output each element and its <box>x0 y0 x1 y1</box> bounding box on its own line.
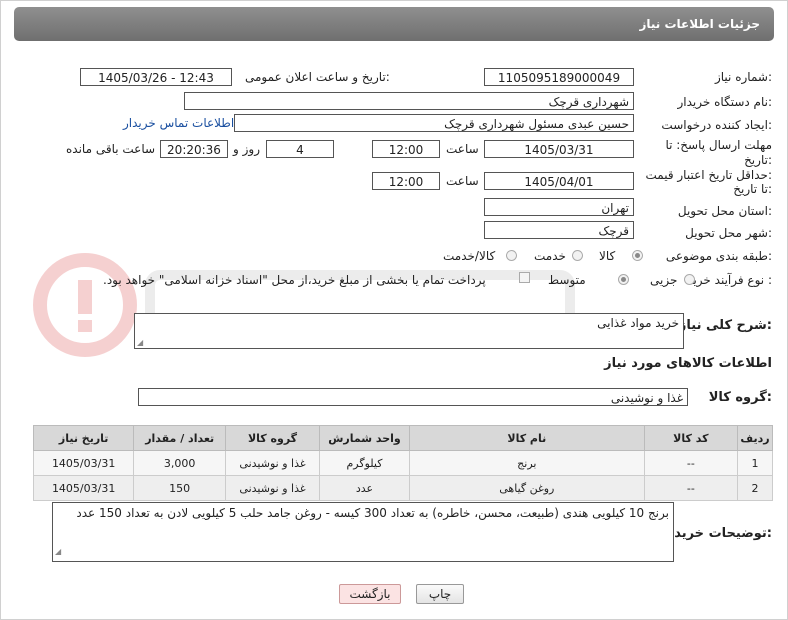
city-field: قرچک <box>484 221 634 239</box>
price-deadline-label: حداقل تاریخ اعتبار قیمت: <box>645 168 772 182</box>
cell-date: 1405/03/31 <box>32 475 135 501</box>
cell-row: 1 <box>737 450 773 476</box>
category-label: طبقه بندی موضوعی: <box>665 249 772 263</box>
title-bar: جزئیات اطلاعات نیاز <box>14 7 774 41</box>
process-label: نوع فرآیند خرید : <box>687 273 772 287</box>
cell-group: غذا و نوشیدنی <box>225 475 320 501</box>
announce-field: 1405/03/26 - 12:43 <box>80 68 232 86</box>
remaining-label: ساعت باقی مانده <box>66 142 156 156</box>
process-option-medium: متوسط <box>548 273 586 287</box>
category-option-goods-service: کالا/خدمت <box>443 249 496 263</box>
col-header-name: نام کالا <box>409 425 645 451</box>
payment-note: پرداخت تمام یا بخشی از مبلغ خرید،از محل … <box>103 273 486 287</box>
city-label: شهر محل تحویل: <box>685 226 772 240</box>
price-deadline-label-2: تا تاریخ: <box>733 182 772 196</box>
goods-group-label: گروه کالا: <box>708 390 772 405</box>
process-radio-minor[interactable] <box>684 274 695 285</box>
reply-deadline-label-2: تاریخ: <box>744 153 772 167</box>
reply-time-field: 12:00 <box>372 140 440 158</box>
category-option-service: خدمت <box>534 249 566 263</box>
treasury-payment-checkbox[interactable] <box>519 272 530 283</box>
price-time-label: ساعت <box>446 174 479 188</box>
days-label: روز و <box>233 142 260 156</box>
cell-quantity: 3,000 <box>133 450 227 476</box>
col-header-group: گروه کالا <box>225 425 320 451</box>
back-button[interactable]: بازگشت <box>339 584 401 604</box>
col-header-unit: واحد شمارش <box>318 425 411 451</box>
cell-group: غذا و نوشیدنی <box>225 450 320 476</box>
general-desc-text: خرید مواد غذایی <box>597 316 679 330</box>
days-field: 4 <box>266 140 334 158</box>
creator-field: حسین عبدی مسئول شهرداری قرچک <box>234 114 634 132</box>
resize-grip-icon[interactable]: ◢ <box>55 544 61 560</box>
reply-deadline-label: مهلت ارسال پاسخ: تا <box>665 138 772 152</box>
cell-date: 1405/03/31 <box>32 450 135 476</box>
cell-code: -- <box>643 450 739 476</box>
cell-unit: عدد <box>318 475 411 501</box>
col-header-quantity: تعداد / مقدار <box>133 425 227 451</box>
process-radio-medium[interactable] <box>618 274 629 285</box>
province-label: استان محل تحویل: <box>677 204 772 218</box>
col-header-row: ردیف <box>737 425 773 451</box>
reply-time-label: ساعت <box>446 142 479 156</box>
buyer-notes-text: برنج 10 کیلویی هندی (طبیعت، محسن، خاطره)… <box>76 506 669 520</box>
table-row: 2 -- روغن گیاهی عدد غذا و نوشیدنی 150 14… <box>32 475 773 501</box>
province-field: تهران <box>484 198 634 216</box>
process-option-minor: جزیی <box>650 273 678 287</box>
col-header-date: تاریخ نیاز <box>32 425 135 451</box>
goods-group-field: غذا و نوشیدنی <box>138 388 688 406</box>
cell-unit: کیلوگرم <box>318 450 411 476</box>
need-number-label: شماره نیاز: <box>714 70 772 84</box>
general-desc-field: خرید مواد غذایی ◢ <box>134 313 684 349</box>
goods-table: ردیف کد کالا نام کالا واحد شمارش گروه کا… <box>32 425 773 501</box>
buyer-notes-label: توضیحات خریدار: <box>662 526 772 541</box>
cell-row: 2 <box>737 475 773 501</box>
announce-label: تاریخ و ساعت اعلان عمومی: <box>245 70 390 84</box>
contact-info-link[interactable]: اطلاعات تماس خریدار <box>123 116 234 130</box>
table-row: 1 -- برنج کیلوگرم غذا و نوشیدنی 3,000 14… <box>32 450 773 476</box>
category-radio-service[interactable] <box>572 250 583 261</box>
cell-code: -- <box>643 475 739 501</box>
resize-grip-icon[interactable]: ◢ <box>137 338 143 347</box>
category-radio-goods-service[interactable] <box>506 250 517 261</box>
page-title: جزئیات اطلاعات نیاز <box>639 17 760 31</box>
buyer-org-label: نام دستگاه خریدار: <box>677 95 773 109</box>
reply-date-field: 1405/03/31 <box>484 140 634 158</box>
cell-name: برنج <box>409 450 645 476</box>
category-radio-goods[interactable] <box>632 250 643 261</box>
price-time-field: 12:00 <box>372 172 440 190</box>
buyer-org-field: شهرداری قرچک <box>184 92 634 110</box>
print-button[interactable]: چاپ <box>416 584 464 604</box>
need-number-field: 1105095189000049 <box>484 68 634 86</box>
remaining-time-field: 20:20:36 <box>160 140 228 158</box>
creator-label: ایجاد کننده درخواست: <box>661 118 772 132</box>
category-option-goods: کالا <box>599 249 616 263</box>
cell-quantity: 150 <box>133 475 227 501</box>
table-header-row: ردیف کد کالا نام کالا واحد شمارش گروه کا… <box>32 425 773 451</box>
cell-name: روغن گیاهی <box>409 475 645 501</box>
buyer-notes-field: برنج 10 کیلویی هندی (طبیعت، محسن، خاطره)… <box>52 502 674 562</box>
price-date-field: 1405/04/01 <box>484 172 634 190</box>
general-desc-label: شرح کلی نیاز: <box>678 318 772 333</box>
col-header-code: کد کالا <box>643 425 739 451</box>
goods-info-title: اطلاعات کالاهای مورد نیاز <box>604 356 772 371</box>
